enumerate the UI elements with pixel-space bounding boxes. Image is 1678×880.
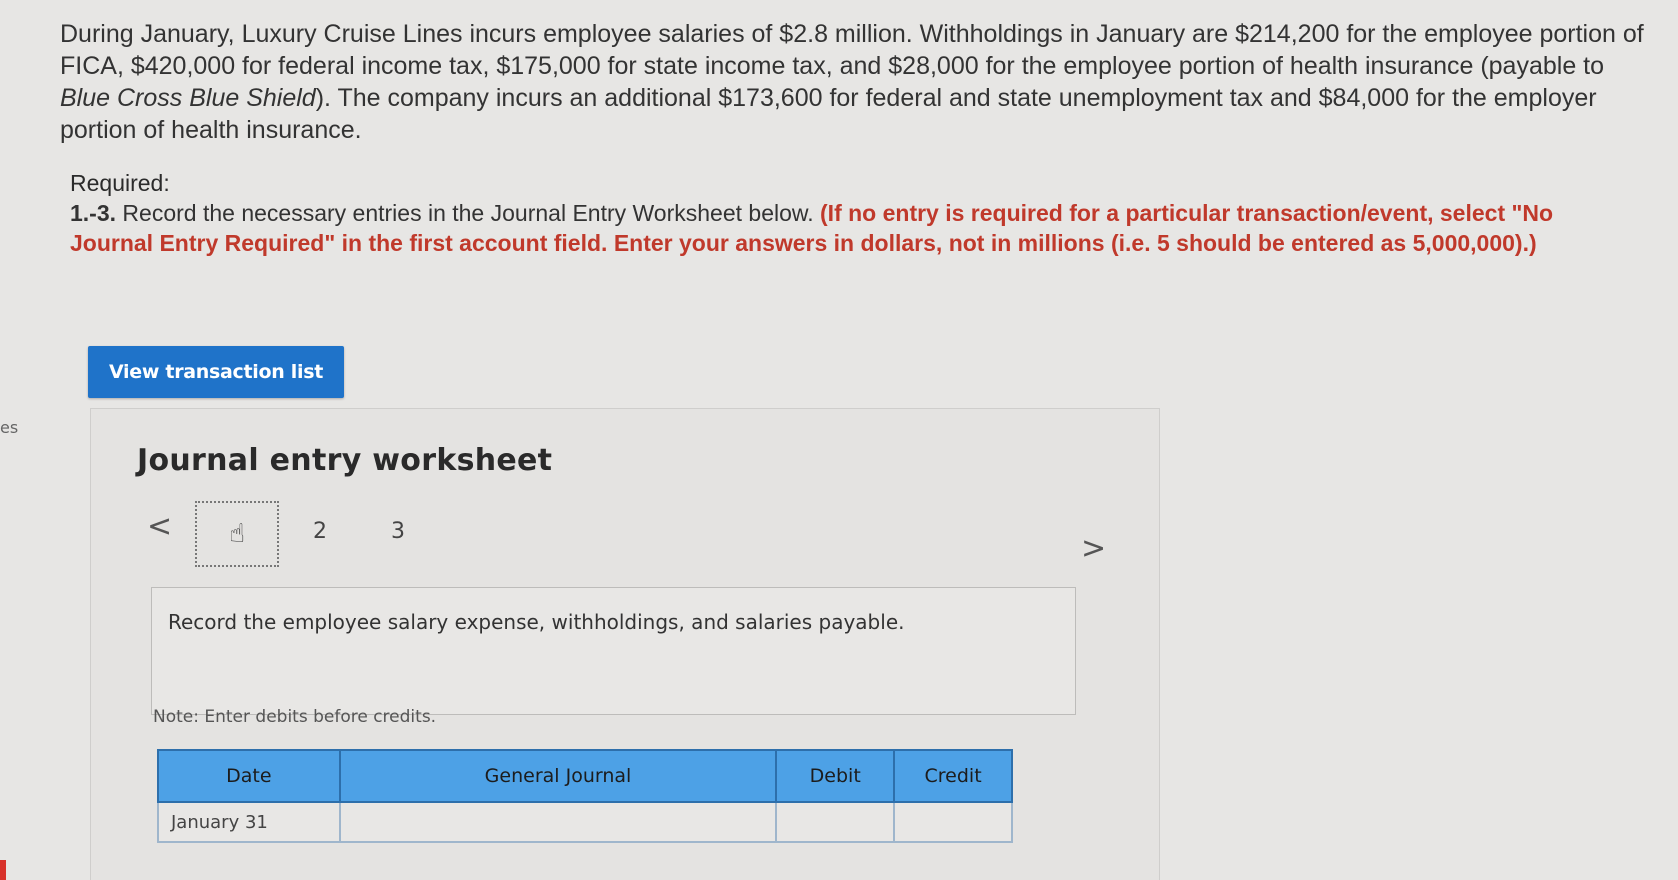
debit-input[interactable]: [775, 801, 896, 843]
side-label: es: [0, 418, 19, 437]
problem-statement: During January, Luxury Cruise Lines incu…: [60, 18, 1660, 146]
credit-input[interactable]: [893, 801, 1013, 843]
required-section: Required: 1.-3. Record the necessary ent…: [70, 168, 1630, 258]
step-instruction-box: Record the employee salary expense, with…: [151, 587, 1076, 715]
step-tab-2[interactable]: 2: [313, 519, 327, 544]
worksheet-title: Journal entry worksheet: [137, 443, 553, 478]
required-title: Required:: [70, 170, 170, 196]
header-debit: Debit: [775, 749, 896, 803]
side-indicator: [0, 860, 6, 880]
required-body: Record the necessary entries in the Jour…: [116, 200, 821, 226]
table-row: January 31: [157, 801, 1013, 843]
problem-text-italic: Blue Cross Blue Shield: [60, 84, 316, 112]
step-tab-3[interactable]: 3: [391, 519, 405, 544]
journal-table: Date General Journal Debit Credit Januar…: [157, 749, 1013, 843]
journal-header-row: Date General Journal Debit Credit: [157, 749, 1013, 803]
chevron-right-icon[interactable]: >: [1081, 531, 1106, 566]
header-credit: Credit: [893, 749, 1013, 803]
row-date: January 31: [157, 801, 341, 843]
account-input[interactable]: [338, 801, 778, 843]
header-general-journal: General Journal: [338, 749, 778, 803]
step-tab-1[interactable]: ☝: [195, 501, 279, 567]
header-date: Date: [157, 749, 341, 803]
pointer-hand-icon: ☝: [229, 519, 245, 549]
step-instruction-text: Record the employee salary expense, with…: [168, 610, 905, 634]
required-text: 1.-3. Record the necessary entries in th…: [70, 198, 1630, 258]
problem-text-part1: During January, Luxury Cruise Lines incu…: [60, 20, 1644, 80]
entry-note: Note: Enter debits before credits.: [153, 707, 437, 727]
view-transaction-list-button[interactable]: View transaction list: [88, 346, 344, 398]
chevron-left-icon[interactable]: <: [147, 509, 172, 544]
journal-entry-worksheet: Journal entry worksheet < ☝ 2 3 > Record…: [90, 408, 1160, 880]
required-number: 1.-3.: [70, 200, 117, 226]
